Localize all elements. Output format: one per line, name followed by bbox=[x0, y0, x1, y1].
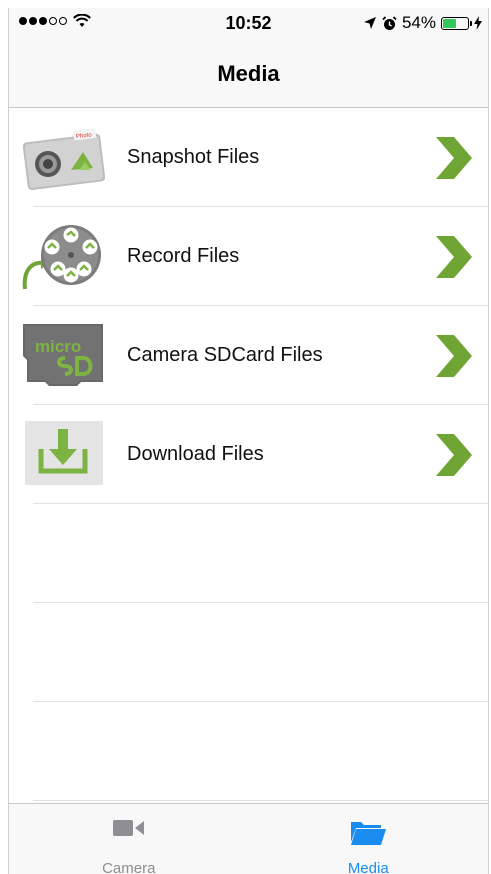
svg-text:micro: micro bbox=[35, 337, 81, 356]
list-item-snapshot-files[interactable]: Photo Snapshot Files bbox=[22, 108, 488, 207]
empty-row bbox=[33, 504, 488, 603]
video-camera-icon bbox=[112, 820, 144, 836]
folder-icon bbox=[351, 822, 387, 845]
app-frame: 10:52 54% Media Photo Snapshot Files Rec… bbox=[8, 8, 489, 874]
list-item-label: Download Files bbox=[127, 443, 264, 465]
navigation-bar: Media bbox=[9, 40, 488, 108]
microsd-card-icon: micro bbox=[23, 324, 103, 386]
alarm-clock-icon bbox=[382, 15, 397, 30]
tab-label: Camera bbox=[102, 860, 156, 874]
tab-camera[interactable]: Camera bbox=[9, 804, 249, 874]
tab-bar: Camera Media bbox=[9, 803, 488, 874]
empty-row bbox=[33, 702, 488, 801]
list-item-label: Camera SDCard Files bbox=[127, 344, 323, 366]
download-tray-icon bbox=[25, 421, 103, 485]
battery-percent: 54% bbox=[401, 13, 436, 32]
status-bar: 10:52 54% bbox=[9, 8, 488, 40]
list-item-download-files[interactable]: Download Files bbox=[25, 405, 488, 504]
tab-media[interactable]: Media bbox=[249, 804, 489, 874]
list-item-label: Record Files bbox=[127, 245, 240, 267]
chevron-right-icon bbox=[436, 335, 472, 377]
list-item-label: Snapshot Files bbox=[127, 146, 260, 168]
list-item-camera-sdcard-files[interactable]: micro Camera SDCard Files bbox=[23, 306, 488, 405]
charging-bolt-icon bbox=[474, 16, 482, 30]
film-reel-icon bbox=[22, 225, 101, 290]
location-arrow-icon bbox=[363, 17, 376, 29]
snapshot-camera-icon: Photo bbox=[22, 128, 105, 190]
chevron-right-icon bbox=[436, 137, 472, 179]
chevron-right-icon bbox=[436, 434, 472, 476]
tab-label: Media bbox=[347, 860, 389, 874]
list-item-record-files[interactable]: Record Files bbox=[22, 207, 488, 306]
battery-icon bbox=[441, 16, 472, 30]
chevron-right-icon bbox=[436, 236, 472, 278]
media-list: Photo Snapshot Files Record Files micro … bbox=[9, 108, 488, 801]
page-title: Media bbox=[217, 60, 280, 86]
status-right: 54% bbox=[363, 13, 482, 33]
empty-row bbox=[33, 603, 488, 702]
